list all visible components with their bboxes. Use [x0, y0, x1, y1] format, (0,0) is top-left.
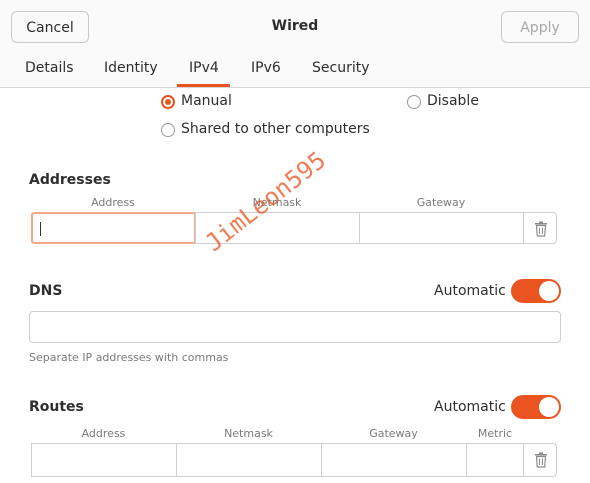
active-tab-indicator [177, 84, 230, 87]
delete-route-button[interactable] [523, 443, 557, 477]
route-gateway-input[interactable] [321, 443, 467, 477]
routes-col-netmask: Netmask [224, 427, 273, 440]
tab-bar: Details Identity IPv4 IPv6 Security [0, 54, 590, 88]
radio-manual-label[interactable]: Manual [181, 93, 232, 109]
route-metric-input[interactable] [466, 443, 524, 477]
trash-icon [535, 221, 547, 237]
dns-input[interactable] [29, 311, 561, 343]
radio-disable[interactable] [407, 95, 421, 109]
switch-knob [539, 397, 559, 417]
addresses-col-gateway: Gateway [416, 196, 466, 209]
routes-col-metric: Metric [477, 427, 513, 440]
tab-ipv6[interactable]: IPv6 [251, 60, 281, 76]
routes-col-gateway: Gateway [369, 427, 418, 440]
addresses-heading: Addresses [29, 172, 111, 188]
addresses-col-address: Address [91, 196, 135, 209]
dns-heading: DNS [29, 283, 63, 299]
radio-shared[interactable] [161, 123, 175, 137]
dns-hint: Separate IP addresses with commas [29, 351, 229, 364]
tab-security[interactable]: Security [312, 60, 370, 76]
dns-automatic-label: Automatic [434, 283, 506, 299]
route-address-input[interactable] [31, 443, 177, 477]
radio-manual[interactable] [161, 95, 175, 109]
routes-col-address: Address [81, 427, 126, 440]
tab-ipv4[interactable]: IPv4 [189, 60, 219, 76]
trash-icon [535, 452, 547, 468]
tab-identity[interactable]: Identity [104, 60, 158, 76]
routes-automatic-switch[interactable] [511, 395, 561, 419]
header-bar: Cancel Wired Apply [0, 0, 590, 54]
dns-automatic-switch[interactable] [511, 279, 561, 303]
text-caret [40, 222, 41, 236]
routes-automatic-label: Automatic [434, 399, 506, 415]
gateway-input[interactable] [359, 212, 524, 244]
routes-heading: Routes [29, 399, 84, 415]
delete-address-button[interactable] [523, 212, 557, 244]
tab-details[interactable]: Details [25, 60, 74, 76]
radio-shared-label[interactable]: Shared to other computers [181, 121, 370, 137]
route-netmask-input[interactable] [176, 443, 322, 477]
radio-disable-label[interactable]: Disable [427, 93, 479, 109]
switch-knob [539, 281, 559, 301]
apply-button[interactable]: Apply [501, 11, 579, 43]
address-input[interactable] [31, 212, 196, 244]
